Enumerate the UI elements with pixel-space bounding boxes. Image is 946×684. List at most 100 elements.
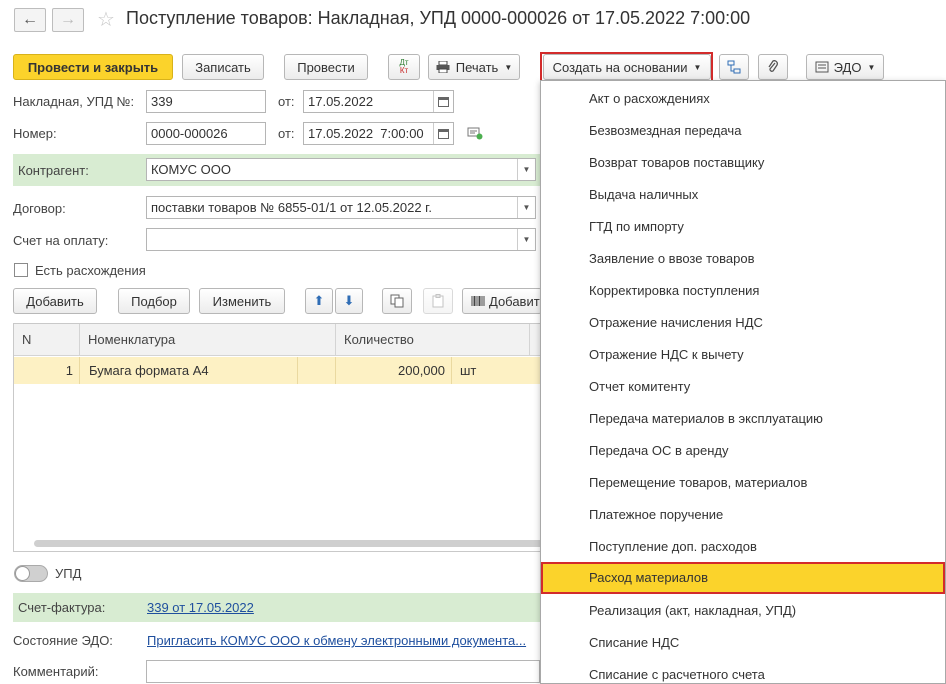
- cell-unit: шт: [460, 363, 477, 378]
- menu-item-materials-to-use[interactable]: Передача материалов в эксплуатацию: [541, 403, 945, 435]
- history-icon[interactable]: [467, 126, 483, 140]
- menu-item-materials-consumption[interactable]: Расход материалов: [541, 562, 945, 594]
- calendar-button[interactable]: [433, 91, 453, 112]
- arrow-right-icon: →: [60, 11, 76, 28]
- upd-label: УПД: [55, 566, 82, 581]
- add-row-button[interactable]: Добавить: [13, 288, 97, 314]
- barcode-icon: [471, 296, 485, 306]
- save-button[interactable]: Записать: [182, 54, 264, 80]
- print-label: Печать: [455, 59, 499, 75]
- doc-date-from-label: от:: [278, 126, 295, 141]
- calendar-button[interactable]: [433, 123, 453, 144]
- edo-button[interactable]: ЭДО ▼: [806, 54, 884, 80]
- counterparty-field[interactable]: КОМУС ООО ▼: [146, 158, 536, 181]
- doc-date-field[interactable]: 17.05.2022 7:00:00: [303, 122, 454, 145]
- column-header-item[interactable]: Номенклатура: [80, 324, 336, 356]
- discrepancy-checkbox[interactable]: [14, 263, 28, 277]
- paste-button[interactable]: [423, 288, 453, 314]
- menu-item-fixed-asset-lease[interactable]: Передача ОС в аренду: [541, 435, 945, 467]
- doc-date-value: 17.05.2022 7:00:00: [308, 126, 424, 141]
- column-header-n[interactable]: N: [14, 324, 80, 356]
- forward-button[interactable]: →: [52, 8, 84, 32]
- add-by-barcode-button[interactable]: Добавит: [462, 288, 542, 314]
- copy-icon: [390, 294, 404, 308]
- doc-number-field[interactable]: 0000-000026: [146, 122, 266, 145]
- menu-item-additional-costs[interactable]: Поступление доп. расходов: [541, 531, 945, 563]
- invoice-date-value: 17.05.2022: [308, 94, 374, 109]
- menu-item-bank-writeoff[interactable]: Списание с расчетного счета: [541, 659, 945, 683]
- menu-item-vat-accrual[interactable]: Отражение начисления НДС: [541, 307, 945, 339]
- change-button[interactable]: Изменить: [199, 288, 285, 314]
- edo-invite-link[interactable]: Пригласить КОМУС ООО к обмену электронны…: [147, 633, 526, 648]
- invoice-date-from-label: от:: [278, 94, 295, 109]
- create-based-highlight: [540, 52, 713, 82]
- cell-item-extra: [298, 357, 336, 384]
- cell-item: Бумага формата А4: [80, 357, 298, 384]
- menu-item-vat-deduction[interactable]: Отражение НДС к вычету: [541, 339, 945, 371]
- cell-n: 1: [14, 357, 80, 384]
- discrepancy-label: Есть расхождения: [35, 263, 146, 278]
- menu-item-discrepancy-act[interactable]: Акт о расхождениях: [541, 83, 945, 115]
- paperclip-icon: [768, 60, 778, 72]
- chevron-down-icon: ▼: [867, 62, 876, 72]
- back-button[interactable]: ←: [14, 8, 46, 32]
- contract-field[interactable]: поставки товаров № 6855-01/1 от 12.05.20…: [146, 196, 536, 219]
- comment-field[interactable]: [146, 660, 540, 683]
- edo-icon: [815, 61, 829, 73]
- move-up-button[interactable]: ⬆: [305, 288, 333, 314]
- arrow-up-icon: ⬆: [313, 293, 325, 308]
- menu-item-return-to-supplier[interactable]: Возврат товаров поставщику: [541, 147, 945, 179]
- menu-item-commissioner-report[interactable]: Отчет комитенту: [541, 371, 945, 403]
- post-button[interactable]: Провести: [284, 54, 368, 80]
- print-button[interactable]: Печать ▼: [428, 54, 520, 80]
- cell-quantity: 200,000: [336, 357, 452, 384]
- calendar-icon: [438, 128, 449, 139]
- edo-label: ЭДО: [833, 59, 862, 75]
- doc-number-label: Номер:: [13, 126, 57, 141]
- chevron-down-icon[interactable]: ▼: [517, 159, 535, 180]
- table-row[interactable]: 1 Бумага формата А4 200,000 шт: [14, 357, 552, 384]
- menu-item-goods-transfer[interactable]: Перемещение товаров, материалов: [541, 467, 945, 499]
- kt-label: Кт: [399, 66, 409, 75]
- attach-button[interactable]: [758, 54, 788, 80]
- arrow-left-icon: ←: [22, 11, 38, 28]
- goods-table[interactable]: N Номенклатура Количество 1 Бумага форма…: [13, 323, 553, 552]
- chevron-down-icon: ▼: [504, 62, 513, 72]
- menu-item-import-declaration[interactable]: ГТД по импорту: [541, 211, 945, 243]
- invoice-number-label: Накладная, УПД №:: [13, 94, 135, 109]
- menu-item-vat-writeoff[interactable]: Списание НДС: [541, 627, 945, 659]
- payment-invoice-field[interactable]: ▼: [146, 228, 536, 251]
- menu-item-cash-issue[interactable]: Выдача наличных: [541, 179, 945, 211]
- dt-kt-button[interactable]: Дт Кт: [388, 54, 420, 80]
- dt-kt-icon: Дт Кт: [399, 59, 408, 75]
- invoice-number-field[interactable]: 339: [146, 90, 266, 113]
- chevron-down-icon[interactable]: ▼: [517, 229, 535, 250]
- contract-label: Договор:: [13, 201, 66, 216]
- add-by-barcode-label: Добавит: [489, 293, 540, 309]
- post-and-close-button[interactable]: Провести и закрыть: [13, 54, 173, 80]
- menu-item-receipt-correction[interactable]: Корректировка поступления: [541, 275, 945, 307]
- comment-label: Комментарий:: [13, 664, 99, 679]
- structure-button[interactable]: [719, 54, 749, 80]
- chevron-down-icon[interactable]: ▼: [517, 197, 535, 218]
- upd-toggle[interactable]: [14, 565, 48, 582]
- payment-invoice-label: Счет на оплату:: [13, 233, 109, 248]
- invoice-date-field[interactable]: 17.05.2022: [303, 90, 454, 113]
- horizontal-scrollbar[interactable]: [34, 540, 552, 547]
- counterparty-value: КОМУС ООО: [151, 162, 231, 177]
- move-down-button[interactable]: ⬇: [335, 288, 363, 314]
- edo-state-label: Состояние ЭДО:: [13, 633, 113, 648]
- tax-invoice-label: Счет-фактура:: [18, 600, 106, 615]
- menu-item-import-statement[interactable]: Заявление о ввозе товаров: [541, 243, 945, 275]
- copy-button[interactable]: [382, 288, 412, 314]
- menu-item-payment-order[interactable]: Платежное поручение: [541, 499, 945, 531]
- menu-item-sales[interactable]: Реализация (акт, накладная, УПД): [541, 595, 945, 627]
- pick-button[interactable]: Подбор: [118, 288, 190, 314]
- calendar-icon: [438, 96, 449, 107]
- star-icon[interactable]: ☆: [97, 7, 115, 32]
- hierarchy-icon: [727, 60, 741, 74]
- column-header-quantity[interactable]: Количество: [336, 324, 530, 356]
- menu-item-free-transfer[interactable]: Безвозмездная передача: [541, 115, 945, 147]
- tax-invoice-link[interactable]: 339 от 17.05.2022: [147, 600, 254, 615]
- contract-value: поставки товаров № 6855-01/1 от 12.05.20…: [151, 200, 432, 215]
